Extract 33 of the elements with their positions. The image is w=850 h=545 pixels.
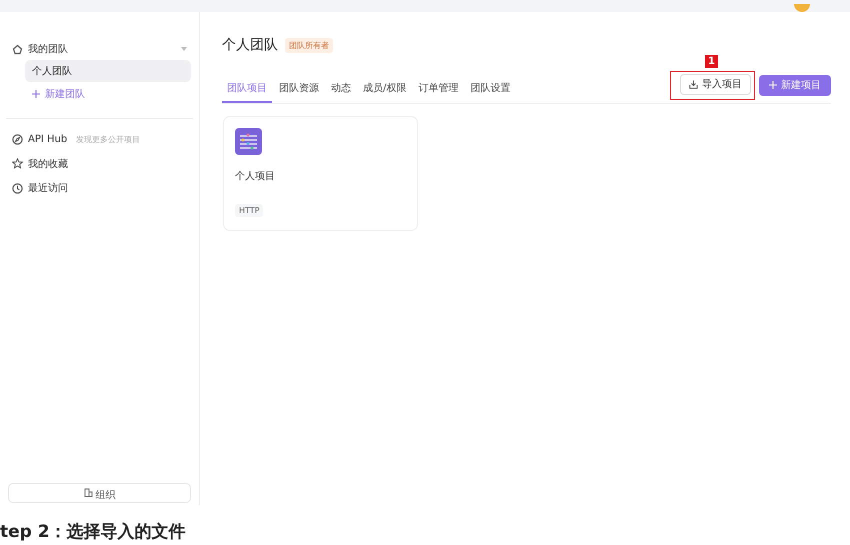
protocol-tag: HTTP <box>235 204 264 217</box>
star-icon <box>12 158 23 170</box>
nav-hint: 发现更多公开项目 <box>76 134 140 145</box>
clock-icon <box>12 182 23 194</box>
project-card[interactable]: 个人项目 HTTP <box>223 116 418 231</box>
tab[interactable]: 团队项目 <box>222 81 272 103</box>
tab[interactable]: 团队设置 <box>465 81 516 103</box>
nav-item[interactable]: 我的收藏 <box>28 156 68 171</box>
tab[interactable]: 动态 <box>326 81 356 103</box>
org-button[interactable]: 组织 <box>8 483 191 503</box>
caret-down-icon[interactable] <box>181 46 187 52</box>
nav-item[interactable]: 最近访问 <box>28 181 68 196</box>
team-item[interactable]: 个人团队 <box>25 60 191 82</box>
team-title: 个人团队 <box>222 36 278 54</box>
project-list-icon <box>235 128 262 155</box>
tab[interactable]: 团队资源 <box>274 81 324 103</box>
team-icon <box>12 44 23 54</box>
building-icon <box>84 488 92 497</box>
plus-icon <box>32 90 40 98</box>
nav-item[interactable]: API Hub <box>28 134 68 145</box>
tab[interactable]: 订单管理 <box>413 81 464 103</box>
import-icon <box>689 80 698 88</box>
new-team-link[interactable]: 新建团队 <box>32 82 191 106</box>
plus-icon <box>769 81 777 89</box>
team-group-label: 我的团队 <box>28 42 68 56</box>
step-marker: 1 <box>704 54 719 68</box>
import-button[interactable]: 导入项目 <box>680 74 751 94</box>
new-project-button[interactable]: 新建项目 <box>759 74 831 96</box>
step-heading: tep 2：选择导入的文件 <box>0 522 187 542</box>
compass-icon <box>12 134 23 145</box>
tab[interactable]: 成员/权限 <box>358 81 412 103</box>
role-badge: 团队所有者 <box>285 38 333 52</box>
project-name: 个人项目 <box>235 170 276 183</box>
